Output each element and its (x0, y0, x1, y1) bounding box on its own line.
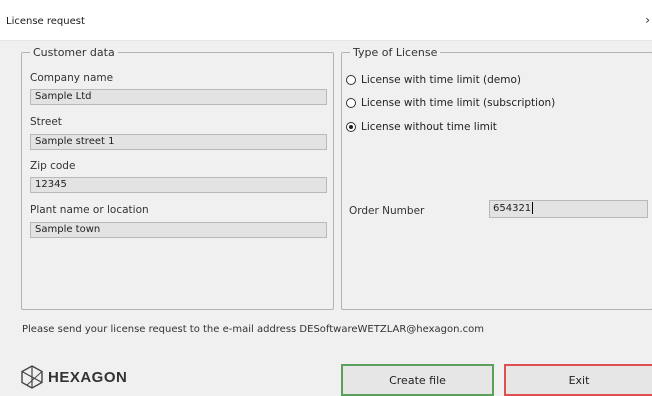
radio-subscription[interactable]: License with time limit (subscription) (346, 97, 555, 109)
radio-unlimited[interactable]: License without time limit (346, 121, 497, 133)
hexagon-logo: HEXAGON (21, 365, 127, 389)
company-name-field[interactable]: Sample Ltd (30, 89, 327, 105)
radio-button-icon (346, 98, 356, 108)
radio-selected-icon (346, 122, 356, 132)
hexagon-logo-icon (21, 365, 43, 389)
close-icon[interactable]: › (645, 13, 650, 27)
exit-button[interactable]: Exit (504, 364, 652, 396)
license-type-legend: Type of License (353, 46, 438, 59)
plant-location-field[interactable]: Sample town (30, 222, 327, 238)
radio-demo-label: License with time limit (demo) (361, 74, 522, 86)
plant-location-label: Plant name or location (30, 204, 149, 216)
order-number-field[interactable]: 654321 (489, 200, 648, 218)
radio-unlimited-label: License without time limit (361, 121, 497, 133)
radio-subscription-label: License with time limit (subscription) (361, 97, 556, 109)
logo-text: HEXAGON (48, 368, 128, 386)
order-number-label: Order Number (349, 205, 425, 217)
text-caret (532, 202, 534, 214)
customer-data-legend: Customer data (33, 46, 115, 59)
window-title: License request (6, 16, 85, 27)
title-bar: License request › (0, 0, 652, 41)
zip-code-field[interactable]: 12345 (30, 177, 327, 193)
street-field[interactable]: Sample street 1 (30, 134, 327, 150)
street-label: Street (30, 116, 62, 128)
email-notice: Please send your license request to the … (22, 324, 484, 335)
radio-demo[interactable]: License with time limit (demo) (346, 74, 521, 86)
company-name-label: Company name (30, 72, 114, 84)
create-file-button[interactable]: Create file (341, 364, 494, 396)
order-number-value: 654321 (493, 203, 532, 214)
radio-button-icon (346, 75, 356, 85)
zip-code-label: Zip code (30, 160, 76, 172)
